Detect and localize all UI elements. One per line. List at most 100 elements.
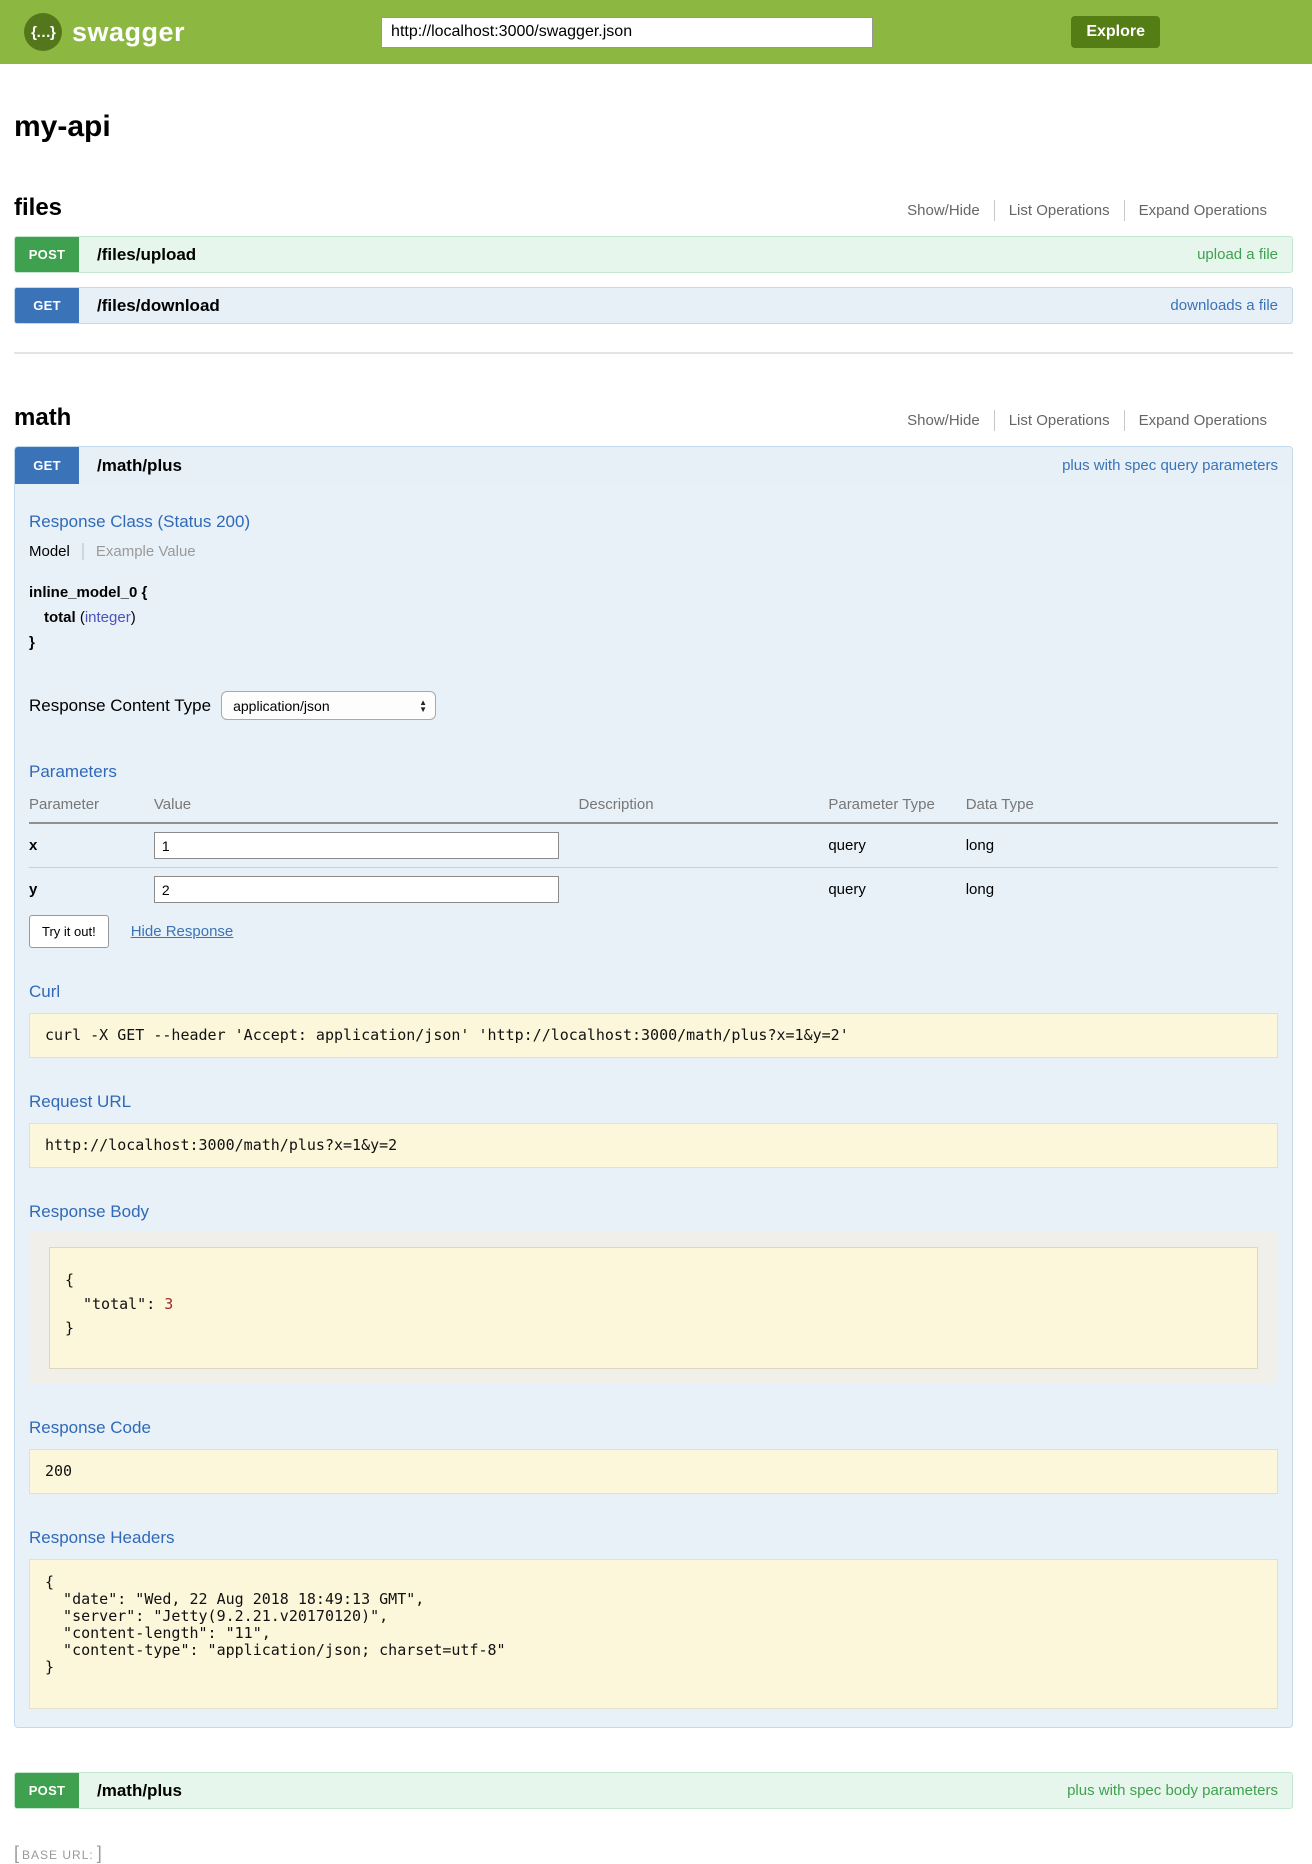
model-property-line: total (integer) (29, 605, 1278, 630)
math-expand-operations-link[interactable]: Expand Operations (1124, 410, 1281, 431)
try-it-out-button[interactable]: Try it out! (29, 915, 109, 948)
col-description: Description (579, 788, 829, 823)
request-url-box: http://localhost:3000/math/plus?x=1&y=2 (29, 1123, 1278, 1168)
operation-heading[interactable]: POST /math/plus plus with spec body para… (14, 1772, 1293, 1809)
page-body: my-api files Show/Hide List Operations E… (0, 110, 1312, 1809)
operation-post-math-plus: POST /math/plus plus with spec body para… (14, 1772, 1293, 1809)
response-content-type-label: Response Content Type (29, 696, 211, 716)
param-x-value-input[interactable] (154, 832, 559, 859)
response-headers-box: { "date": "Wed, 22 Aug 2018 18:49:13 GMT… (29, 1559, 1278, 1709)
response-content-type-selected: application/json (233, 698, 330, 714)
response-code-box: 200 (29, 1449, 1278, 1494)
operation-summary-link[interactable]: plus with spec query parameters (1062, 447, 1292, 484)
operation-summary-link[interactable]: upload a file (1197, 237, 1292, 272)
request-url-heading: Request URL (29, 1092, 1278, 1112)
spec-url-input[interactable] (381, 17, 873, 48)
swagger-logo-icon: {…} (24, 13, 62, 51)
param-data-type: long (966, 823, 1278, 868)
http-method-badge: GET (15, 288, 79, 323)
operation-get-files-download: GET /files/download downloads a file (14, 287, 1293, 324)
json-total-line: "total": 3 (65, 1292, 1242, 1316)
hide-response-link[interactable]: Hide Response (131, 923, 234, 940)
http-method-badge: POST (15, 1773, 79, 1808)
http-method-badge: GET (15, 447, 79, 484)
files-list-operations-link[interactable]: List Operations (994, 200, 1124, 221)
curl-command: curl -X GET --header 'Accept: applicatio… (45, 1027, 1262, 1044)
base-url-footer: [BASE URL:] (0, 1843, 1312, 1864)
response-code-value: 200 (45, 1463, 1262, 1480)
response-class-heading: Response Class (Status 200) (29, 512, 1278, 532)
section-divider (14, 352, 1293, 354)
operation-path-link[interactable]: /files/download (79, 288, 220, 323)
operation-summary-link[interactable]: downloads a file (1170, 288, 1292, 323)
col-parameter: Parameter (29, 788, 154, 823)
files-expand-operations-link[interactable]: Expand Operations (1124, 200, 1281, 221)
swagger-brand[interactable]: {…} swagger (24, 13, 185, 51)
param-type: query (828, 868, 965, 912)
parameters-heading: Parameters (29, 762, 1278, 782)
param-data-type: long (966, 868, 1278, 912)
col-value: Value (154, 788, 579, 823)
json-value: 3 (164, 1295, 173, 1313)
math-section-controls: Show/Hide List Operations Expand Operati… (893, 410, 1293, 431)
operation-path-link[interactable]: /math/plus (79, 1773, 182, 1808)
files-section-controls: Show/Hide List Operations Expand Operati… (893, 200, 1293, 221)
files-section-header: files Show/Hide List Operations Expand O… (14, 194, 1293, 222)
operation-post-files-upload: POST /files/upload upload a file (14, 236, 1293, 273)
math-list-operations-link[interactable]: List Operations (994, 410, 1124, 431)
operation-heading[interactable]: GET /files/download downloads a file (14, 287, 1293, 324)
brand-name: swagger (72, 17, 185, 48)
param-name: y (29, 868, 154, 912)
operation-get-math-plus: GET /math/plus plus with spec query para… (14, 446, 1293, 1728)
operation-path-link[interactable]: /math/plus (79, 447, 182, 484)
json-key: "total": (83, 1295, 155, 1313)
model-signature: inline_model_0 { total (integer) } (29, 580, 1278, 655)
json-open-brace: { (65, 1268, 1242, 1292)
operation-content: Response Class (Status 200) Model Exampl… (15, 484, 1292, 1727)
parameter-row-y: y query long (29, 868, 1278, 912)
response-class-tabs: Model Example Value (29, 543, 1278, 560)
response-content-type-row: Response Content Type application/json ▲… (29, 691, 1278, 720)
http-method-badge: POST (15, 237, 79, 272)
page-title: my-api (14, 110, 1293, 144)
math-section-title: math (14, 404, 71, 432)
response-body-wrapper: { "total": 3 } (29, 1232, 1278, 1384)
operation-heading[interactable]: POST /files/upload upload a file (14, 236, 1293, 273)
explore-button[interactable]: Explore (1071, 16, 1160, 48)
response-headers-json: { "date": "Wed, 22 Aug 2018 18:49:13 GMT… (45, 1574, 1262, 1676)
top-bar: {…} swagger Explore (0, 0, 1312, 64)
json-close-brace: } (65, 1316, 1242, 1340)
model-property-type: integer (85, 609, 131, 626)
param-description (579, 868, 829, 912)
base-url-label: BASE URL: (19, 1848, 97, 1862)
operation-heading[interactable]: GET /math/plus plus with spec query para… (15, 447, 1292, 484)
try-row: Try it out! Hide Response (29, 915, 1278, 948)
operation-summary-link[interactable]: plus with spec body parameters (1067, 1773, 1292, 1808)
col-parameter-type: Parameter Type (828, 788, 965, 823)
math-show-hide-link[interactable]: Show/Hide (893, 410, 994, 431)
response-content-type-select[interactable]: application/json ▲▼ (221, 691, 436, 720)
model-close-line: } (29, 630, 1278, 655)
model-property-paren-close: ) (131, 609, 136, 626)
curl-heading: Curl (29, 982, 1278, 1002)
param-type: query (828, 823, 965, 868)
curl-command-box: curl -X GET --header 'Accept: applicatio… (29, 1013, 1278, 1058)
param-y-value-input[interactable] (154, 876, 559, 903)
math-section-header: math Show/Hide List Operations Expand Op… (14, 404, 1293, 432)
files-show-hide-link[interactable]: Show/Hide (893, 200, 994, 221)
param-description (579, 823, 829, 868)
parameters-table: Parameter Value Description Parameter Ty… (29, 788, 1278, 911)
operation-path-link[interactable]: /files/upload (79, 237, 196, 272)
parameters-header-row: Parameter Value Description Parameter Ty… (29, 788, 1278, 823)
tab-example-value[interactable]: Example Value (82, 543, 196, 560)
response-body-heading: Response Body (29, 1202, 1278, 1222)
response-headers-heading: Response Headers (29, 1528, 1278, 1548)
response-code-heading: Response Code (29, 1418, 1278, 1438)
col-data-type: Data Type (966, 788, 1278, 823)
model-open-line: inline_model_0 { (29, 580, 1278, 605)
parameter-row-x: x query long (29, 823, 1278, 868)
response-body-json: { "total": 3 } (49, 1247, 1258, 1369)
files-section-title: files (14, 194, 62, 222)
tab-model[interactable]: Model (29, 543, 82, 560)
param-name: x (29, 823, 154, 868)
